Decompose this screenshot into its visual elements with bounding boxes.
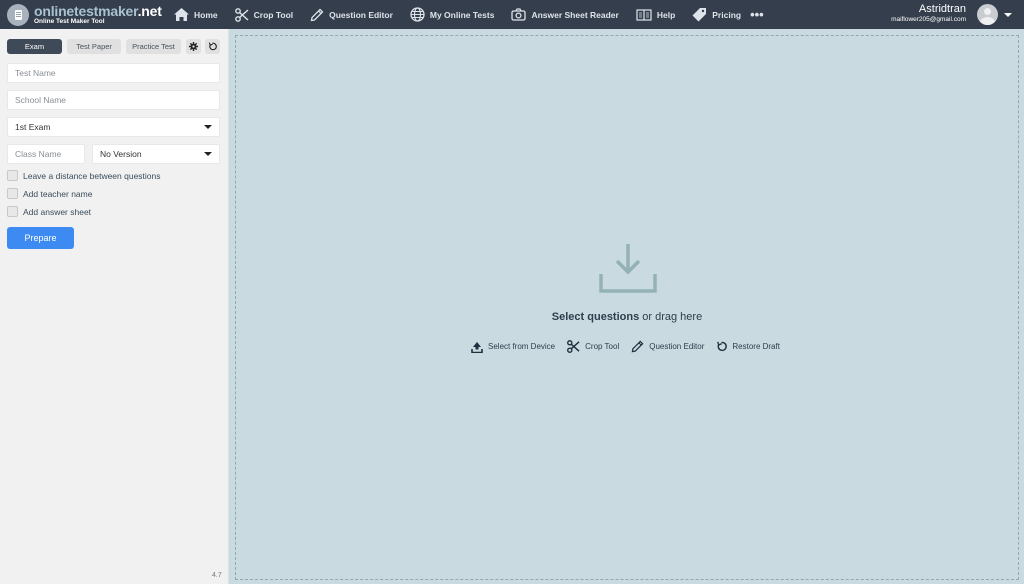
caret-down-icon [204, 125, 212, 129]
settings-button[interactable] [186, 39, 201, 54]
tag-icon [692, 8, 707, 22]
question-drop-zone[interactable]: Select questions or drag here Select fro… [235, 35, 1019, 580]
nav-answer-sheet-reader[interactable]: Answer Sheet Reader [511, 8, 619, 21]
drop-zone-prompt: Select questions or drag here [551, 311, 703, 323]
test-name-input[interactable] [15, 68, 219, 78]
avatar[interactable] [977, 4, 998, 25]
school-name-field[interactable] [7, 90, 220, 110]
user-name: Astridtran [918, 3, 966, 15]
pencil-icon [310, 8, 324, 21]
refresh-icon [208, 42, 217, 51]
checkbox-add-answer-sheet[interactable]: Add answer sheet [7, 206, 91, 217]
version-select-value: No Version [100, 149, 142, 159]
nav-my-online-tests[interactable]: My Online Tests [410, 7, 494, 22]
checkbox-leave-distance[interactable]: Leave a distance between questions [7, 170, 161, 181]
select-from-device-button[interactable]: Select from Device [471, 341, 555, 353]
brand-subtitle: Online Test Maker Tool [34, 17, 105, 25]
test-name-field[interactable] [7, 63, 220, 83]
sidebar: Exam Test Paper Practice Test 1st Exam N… [0, 29, 229, 584]
user-info[interactable]: Astridtran maiflower205@gmail.com [891, 3, 966, 23]
book-icon [636, 8, 652, 21]
main-nav: Home Crop Tool Question Editor My Online… [174, 0, 764, 29]
caret-down-icon [204, 152, 212, 156]
upload-icon [471, 341, 483, 353]
question-editor-button[interactable]: Question Editor [631, 340, 704, 353]
gear-icon [189, 42, 198, 51]
download-tray-icon [599, 244, 657, 293]
crop-tool-button[interactable]: Crop Tool [567, 340, 619, 353]
checkbox-add-teacher-name[interactable]: Add teacher name [7, 188, 92, 199]
class-name-input[interactable] [15, 149, 84, 159]
document-icon [7, 3, 29, 26]
nav-question-editor[interactable]: Question Editor [310, 8, 393, 22]
brand-title: onlinetestmaker.net [34, 2, 162, 19]
restore-draft-button[interactable]: Restore Draft [716, 341, 780, 352]
reset-button[interactable] [205, 39, 220, 54]
scissors-icon [234, 7, 249, 22]
exam-select[interactable]: 1st Exam [7, 117, 220, 137]
scissors-icon [567, 340, 580, 353]
chevron-down-icon[interactable] [1004, 13, 1012, 17]
school-name-input[interactable] [15, 95, 219, 105]
checkbox[interactable] [7, 188, 18, 199]
test-type-tabs: Exam Test Paper Practice Test [7, 39, 224, 54]
restore-icon [717, 341, 728, 352]
prepare-button[interactable]: Prepare [7, 227, 74, 249]
class-name-field[interactable] [7, 144, 85, 164]
tab-practice-test[interactable]: Practice Test [126, 39, 181, 54]
tab-test-paper[interactable]: Test Paper [67, 39, 121, 54]
home-icon [174, 8, 189, 21]
nav-home[interactable]: Home [174, 8, 218, 21]
exam-select-value: 1st Exam [15, 122, 51, 132]
nav-pricing[interactable]: Pricing [692, 7, 741, 22]
user-email: maiflower205@gmail.com [891, 16, 966, 23]
select-questions-link[interactable]: Select questions [552, 311, 639, 323]
camera-icon [511, 8, 527, 21]
tab-exam[interactable]: Exam [7, 39, 62, 54]
top-navbar: onlinetestmaker.net Online Test Maker To… [0, 0, 1024, 29]
drop-zone-actions: Select from Device Crop Tool Question Ed… [471, 340, 792, 353]
checkbox[interactable] [7, 206, 18, 217]
brand-logo[interactable]: onlinetestmaker.net Online Test Maker To… [7, 2, 167, 26]
globe-icon [410, 7, 425, 22]
version-select[interactable]: No Version [92, 144, 220, 164]
checkbox[interactable] [7, 170, 18, 181]
app-version: 4.7 [212, 572, 222, 579]
nav-help[interactable]: Help [636, 8, 675, 21]
nav-crop-tool[interactable]: Crop Tool [234, 7, 293, 22]
pencil-icon [631, 340, 644, 353]
more-menu-button[interactable]: ••• [750, 8, 764, 21]
